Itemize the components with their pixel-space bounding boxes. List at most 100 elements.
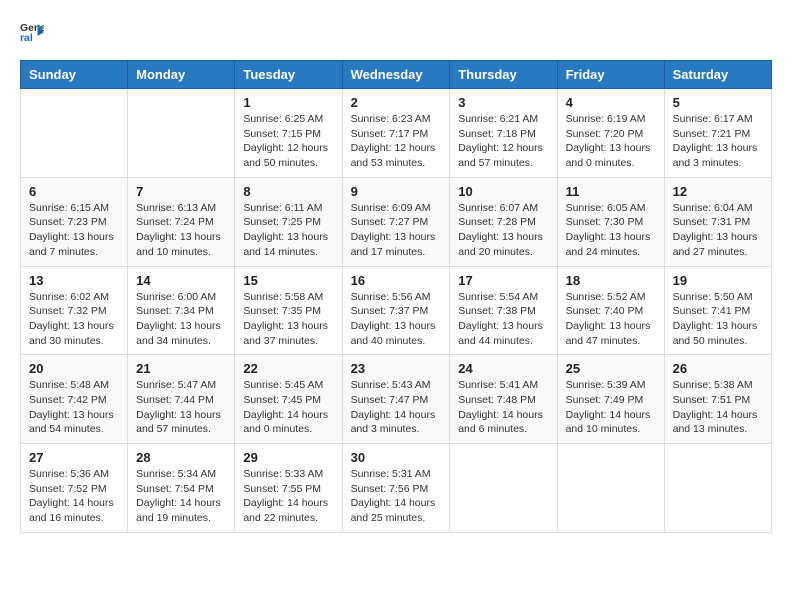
day-number: 4 [566,95,656,110]
calendar-cell [21,89,128,178]
calendar-cell: 12 Sunrise: 6:04 AM Sunset: 7:31 PM Dayli… [664,177,771,266]
day-info: Sunrise: 5:56 AM Sunset: 7:37 PM Dayligh… [351,290,442,349]
day-info: Sunrise: 6:23 AM Sunset: 7:17 PM Dayligh… [351,112,442,171]
day-of-week-header: Monday [128,61,235,89]
day-info: Sunrise: 5:34 AM Sunset: 7:54 PM Dayligh… [136,467,226,526]
calendar-cell: 16 Sunrise: 5:56 AM Sunset: 7:37 PM Dayli… [342,266,450,355]
day-info: Sunrise: 6:21 AM Sunset: 7:18 PM Dayligh… [458,112,548,171]
day-number: 8 [243,184,333,199]
calendar-cell: 8 Sunrise: 6:11 AM Sunset: 7:25 PM Daylig… [235,177,342,266]
day-of-week-header: Sunday [21,61,128,89]
calendar-cell [557,444,664,533]
calendar-header-row: SundayMondayTuesdayWednesdayThursdayFrid… [21,61,772,89]
day-number: 15 [243,273,333,288]
day-info: Sunrise: 6:15 AM Sunset: 7:23 PM Dayligh… [29,201,119,260]
day-number: 24 [458,361,548,376]
day-info: Sunrise: 5:58 AM Sunset: 7:35 PM Dayligh… [243,290,333,349]
calendar-cell [128,89,235,178]
day-number: 11 [566,184,656,199]
day-of-week-header: Wednesday [342,61,450,89]
logo-icon: Gene ral [20,20,44,44]
day-number: 5 [673,95,763,110]
day-number: 26 [673,361,763,376]
day-info: Sunrise: 5:39 AM Sunset: 7:49 PM Dayligh… [566,378,656,437]
day-info: Sunrise: 6:17 AM Sunset: 7:21 PM Dayligh… [673,112,763,171]
calendar-week-row: 27Sunrise: 5:36 AM Sunset: 7:52 PM Dayli… [21,444,772,533]
day-number: 17 [458,273,548,288]
calendar-cell: 23 Sunrise: 5:43 AM Sunset: 7:47 PM Dayli… [342,355,450,444]
calendar-cell: 10Sunrise: 6:07 AM Sunset: 7:28 PM Dayli… [450,177,557,266]
day-number: 14 [136,273,226,288]
day-info: Sunrise: 5:52 AM Sunset: 7:40 PM Dayligh… [566,290,656,349]
day-number: 13 [29,273,119,288]
day-number: 22 [243,361,333,376]
day-number: 2 [351,95,442,110]
calendar-week-row: 13 Sunrise: 6:02 AM Sunset: 7:32 PM Dayli… [21,266,772,355]
day-number: 7 [136,184,226,199]
day-of-week-header: Thursday [450,61,557,89]
calendar-cell: 29 Sunrise: 5:33 AM Sunset: 7:55 PM Dayli… [235,444,342,533]
day-of-week-header: Saturday [664,61,771,89]
day-number: 21 [136,361,226,376]
day-of-week-header: Tuesday [235,61,342,89]
day-info: Sunrise: 5:54 AM Sunset: 7:38 PM Dayligh… [458,290,548,349]
calendar-cell: 26 Sunrise: 5:38 AM Sunset: 7:51 PM Dayli… [664,355,771,444]
day-number: 3 [458,95,548,110]
day-number: 1 [243,95,333,110]
calendar-cell: 15 Sunrise: 5:58 AM Sunset: 7:35 PM Dayli… [235,266,342,355]
calendar-cell: 22Sunrise: 5:45 AM Sunset: 7:45 PM Dayli… [235,355,342,444]
day-info: Sunrise: 6:11 AM Sunset: 7:25 PM Dayligh… [243,201,333,260]
day-number: 29 [243,450,333,465]
calendar-cell: 14 Sunrise: 6:00 AM Sunset: 7:34 PM Dayli… [128,266,235,355]
calendar-cell: 1 Sunrise: 6:25 AM Sunset: 7:15 PM Daylig… [235,89,342,178]
calendar-cell: 24 Sunrise: 5:41 AM Sunset: 7:48 PM Dayli… [450,355,557,444]
day-number: 19 [673,273,763,288]
day-of-week-header: Friday [557,61,664,89]
day-info: Sunrise: 6:00 AM Sunset: 7:34 PM Dayligh… [136,290,226,349]
calendar-cell: 9 Sunrise: 6:09 AM Sunset: 7:27 PM Daylig… [342,177,450,266]
day-number: 16 [351,273,442,288]
day-number: 20 [29,361,119,376]
calendar-cell [664,444,771,533]
day-info: Sunrise: 6:19 AM Sunset: 7:20 PM Dayligh… [566,112,656,171]
calendar-week-row: 20 Sunrise: 5:48 AM Sunset: 7:42 PM Dayli… [21,355,772,444]
calendar-cell: 28 Sunrise: 5:34 AM Sunset: 7:54 PM Dayli… [128,444,235,533]
day-number: 30 [351,450,442,465]
calendar-cell: 30 Sunrise: 5:31 AM Sunset: 7:56 PM Dayli… [342,444,450,533]
calendar-cell: 3 Sunrise: 6:21 AM Sunset: 7:18 PM Daylig… [450,89,557,178]
day-number: 27 [29,450,119,465]
calendar-cell: 25 Sunrise: 5:39 AM Sunset: 7:49 PM Dayli… [557,355,664,444]
day-info: Sunrise: 6:04 AM Sunset: 7:31 PM Dayligh… [673,201,763,260]
day-info: Sunrise: 5:48 AM Sunset: 7:42 PM Dayligh… [29,378,119,437]
calendar-cell: 7Sunrise: 6:13 AM Sunset: 7:24 PM Daylig… [128,177,235,266]
day-info: Sunrise: 6:05 AM Sunset: 7:30 PM Dayligh… [566,201,656,260]
day-number: 23 [351,361,442,376]
day-info: Sunrise: 5:41 AM Sunset: 7:48 PM Dayligh… [458,378,548,437]
day-number: 25 [566,361,656,376]
day-info: Sunrise: 5:43 AM Sunset: 7:47 PM Dayligh… [351,378,442,437]
calendar-cell: 17 Sunrise: 5:54 AM Sunset: 7:38 PM Dayli… [450,266,557,355]
day-number: 9 [351,184,442,199]
calendar-cell: 4 Sunrise: 6:19 AM Sunset: 7:20 PM Daylig… [557,89,664,178]
calendar-cell: 21Sunrise: 5:47 AM Sunset: 7:44 PM Dayli… [128,355,235,444]
day-info: Sunrise: 6:02 AM Sunset: 7:32 PM Dayligh… [29,290,119,349]
day-info: Sunrise: 5:33 AM Sunset: 7:55 PM Dayligh… [243,467,333,526]
day-info: Sunrise: 6:25 AM Sunset: 7:15 PM Dayligh… [243,112,333,171]
calendar-cell: 6 Sunrise: 6:15 AM Sunset: 7:23 PM Daylig… [21,177,128,266]
day-number: 6 [29,184,119,199]
day-info: Sunrise: 5:31 AM Sunset: 7:56 PM Dayligh… [351,467,442,526]
header: Gene ral [20,20,772,44]
calendar-cell: 27Sunrise: 5:36 AM Sunset: 7:52 PM Dayli… [21,444,128,533]
day-info: Sunrise: 5:50 AM Sunset: 7:41 PM Dayligh… [673,290,763,349]
logo: Gene ral [20,20,48,44]
day-info: Sunrise: 6:09 AM Sunset: 7:27 PM Dayligh… [351,201,442,260]
calendar-week-row: 1 Sunrise: 6:25 AM Sunset: 7:15 PM Daylig… [21,89,772,178]
day-info: Sunrise: 5:38 AM Sunset: 7:51 PM Dayligh… [673,378,763,437]
calendar-cell: 19 Sunrise: 5:50 AM Sunset: 7:41 PM Dayli… [664,266,771,355]
calendar-cell: 5 Sunrise: 6:17 AM Sunset: 7:21 PM Daylig… [664,89,771,178]
day-number: 28 [136,450,226,465]
calendar-cell [450,444,557,533]
day-info: Sunrise: 6:07 AM Sunset: 7:28 PM Dayligh… [458,201,548,260]
day-number: 12 [673,184,763,199]
day-number: 18 [566,273,656,288]
